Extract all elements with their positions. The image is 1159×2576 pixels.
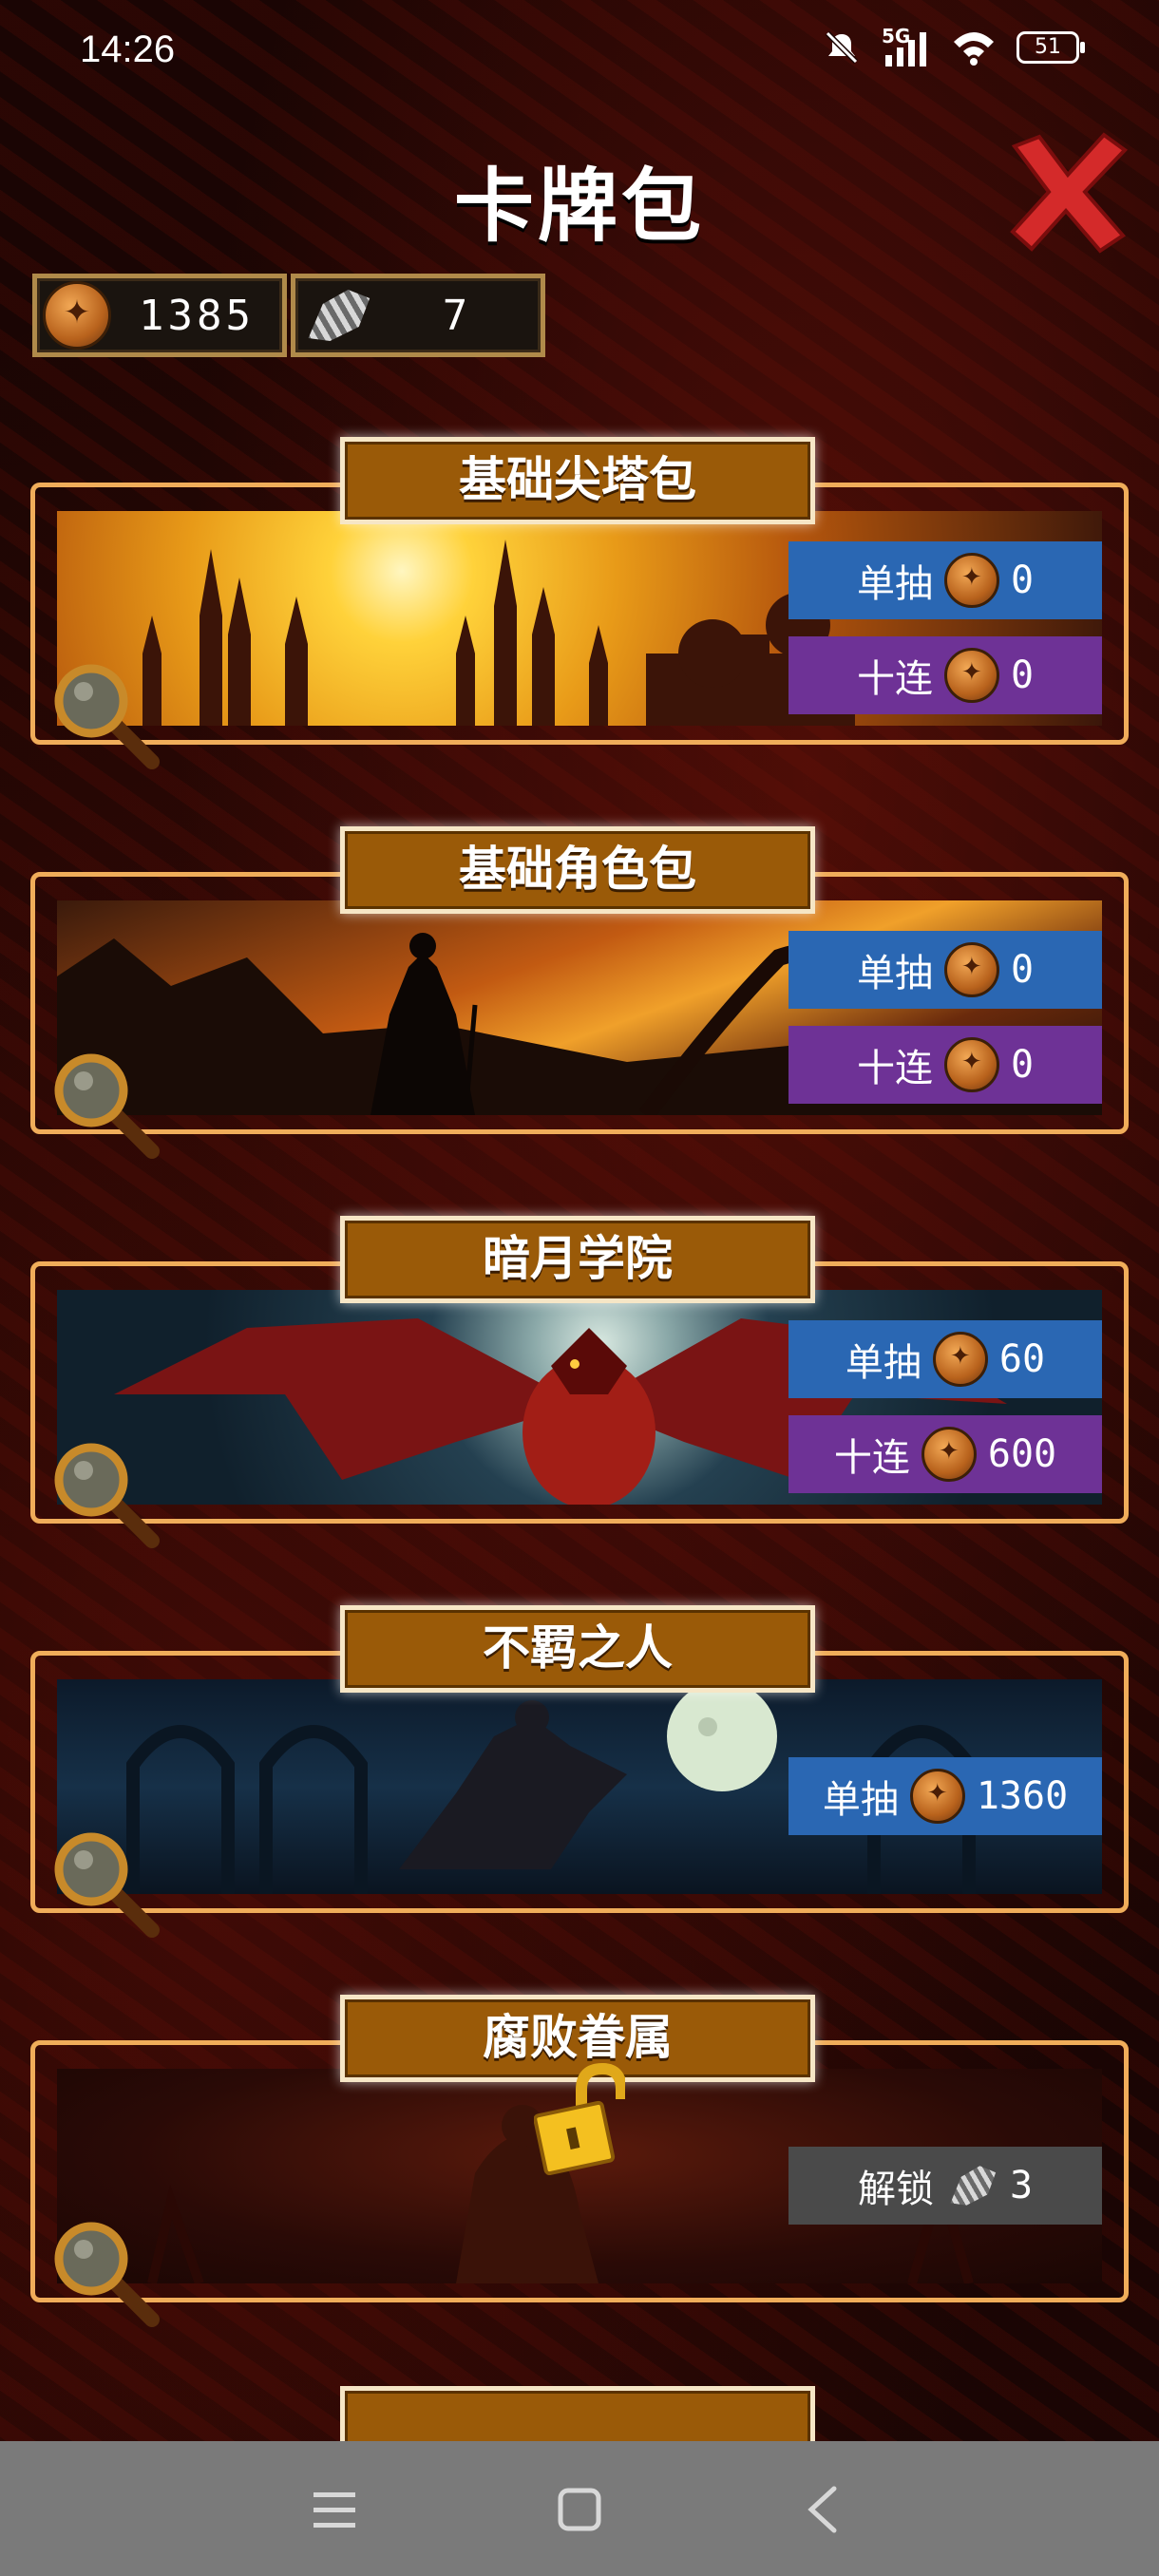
close-button[interactable] <box>1005 129 1130 255</box>
signal-icon: 5G <box>882 25 931 68</box>
close-icon <box>1010 132 1129 254</box>
coin-count: 1385 <box>139 291 255 340</box>
ten-draw-price: 600 <box>987 1432 1057 1476</box>
pack-title-partial <box>340 2386 815 2441</box>
coin-icon <box>943 942 999 997</box>
pack-card[interactable]: 基础尖塔包 单抽 0 十连 0 <box>30 437 1129 769</box>
home-button[interactable] <box>542 2472 618 2548</box>
shard-count: 7 <box>442 291 472 340</box>
single-draw-button[interactable]: 单抽 0 <box>788 541 1102 619</box>
shard-counter: 7 <box>291 274 545 357</box>
unlock-button[interactable]: 解锁 3 <box>788 2147 1102 2225</box>
shard-icon <box>950 2166 997 2206</box>
coin-counter: 1385 <box>32 274 287 357</box>
magnifier-icon <box>54 1832 160 1938</box>
single-draw-button[interactable]: 单抽 0 <box>788 931 1102 1009</box>
unlock-label: 解锁 <box>857 2168 934 2211</box>
pack-card[interactable]: 基础角色包 单抽 0 十连 0 <box>30 826 1129 1159</box>
system-nav-bar <box>0 2441 1159 2576</box>
coin-icon <box>943 1037 999 1092</box>
home-icon <box>558 2488 601 2531</box>
magnifier-icon <box>54 2222 160 2327</box>
ten-draw-price: 0 <box>1010 653 1035 697</box>
preview-button[interactable] <box>48 1826 162 1940</box>
ten-draw-label: 十连 <box>833 1436 910 1480</box>
lock-icon <box>533 2061 627 2176</box>
magnifier-icon <box>54 1443 160 1548</box>
ten-draw-label: 十连 <box>856 1047 933 1090</box>
ten-draw-button[interactable]: 十连 600 <box>788 1415 1102 1493</box>
pack-card[interactable]: 暗月学院 单抽 60 十连 600 <box>30 1216 1129 1548</box>
single-draw-button[interactable]: 单抽 60 <box>788 1320 1102 1398</box>
coin-icon <box>43 281 111 350</box>
wifi-icon <box>954 32 994 66</box>
coin-icon <box>943 648 999 703</box>
coin-icon <box>943 553 999 608</box>
preview-button[interactable] <box>48 1436 162 1550</box>
pack-title: 基础角色包 <box>340 826 815 914</box>
menu-icon <box>314 2492 355 2528</box>
preview-button[interactable] <box>48 657 162 771</box>
single-draw-price: 1360 <box>976 1774 1069 1818</box>
shard-icon <box>308 290 370 341</box>
ten-draw-label: 十连 <box>856 657 933 701</box>
preview-button[interactable] <box>48 2215 162 2329</box>
single-draw-label: 单抽 <box>845 1341 922 1385</box>
mute-icon <box>825 30 859 65</box>
coin-icon <box>921 1427 977 1482</box>
pack-title: 基础尖塔包 <box>340 437 815 524</box>
back-icon <box>808 2486 837 2533</box>
pack-card[interactable]: 不羁之人 单抽 1360 <box>30 1605 1129 1938</box>
single-draw-label: 单抽 <box>822 1778 899 1822</box>
ten-draw-button[interactable]: 十连 0 <box>788 636 1102 714</box>
preview-button[interactable] <box>48 1047 162 1161</box>
magnifier-icon <box>54 664 160 769</box>
coin-icon <box>932 1332 988 1387</box>
unlock-price: 3 <box>1009 2164 1034 2207</box>
status-time: 14:26 <box>80 28 176 70</box>
magnifier-icon <box>54 1053 160 1159</box>
pack-card-partial <box>340 2386 815 2441</box>
single-draw-label: 单抽 <box>856 562 933 606</box>
single-draw-button[interactable]: 单抽 1360 <box>788 1757 1102 1835</box>
pack-title: 暗月学院 <box>340 1216 815 1303</box>
coin-icon <box>909 1769 965 1824</box>
single-draw-price: 0 <box>1010 559 1035 602</box>
status-bar: 14:26 5G 51 <box>0 0 1159 104</box>
page-title: 卡牌包 <box>453 160 705 253</box>
battery-icon: 51 <box>1016 31 1085 64</box>
pack-title: 不羁之人 <box>340 1605 815 1693</box>
single-draw-price: 60 <box>998 1337 1046 1381</box>
single-draw-price: 0 <box>1010 948 1035 992</box>
pack-card-locked[interactable]: 腐败眷属 解锁 3 <box>30 1995 1129 2327</box>
back-button[interactable] <box>785 2472 861 2548</box>
menu-button[interactable] <box>296 2472 372 2548</box>
status-icons: 5G 51 <box>823 25 1085 68</box>
ten-draw-button[interactable]: 十连 0 <box>788 1026 1102 1104</box>
ten-draw-price: 0 <box>1010 1043 1035 1087</box>
single-draw-label: 单抽 <box>856 952 933 995</box>
